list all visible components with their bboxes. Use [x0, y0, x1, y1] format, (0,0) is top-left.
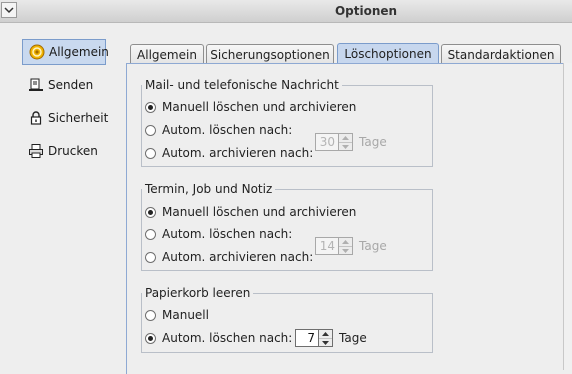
radio-label: Autom. archivieren nach:	[162, 146, 314, 160]
radio-button[interactable]	[145, 251, 156, 263]
radio-label: Autom. löschen nach:	[162, 227, 293, 241]
termin-days-spinner[interactable]: 14 Tage	[315, 237, 387, 255]
mail-days-spinner[interactable]: 30 Tage	[315, 133, 387, 151]
termin-days-unit: Tage	[359, 239, 387, 253]
radio-termin-manual[interactable]: Manuell löschen und archivieren	[145, 204, 356, 220]
spinner-up-button[interactable]	[319, 330, 332, 339]
radio-button[interactable]	[145, 124, 156, 136]
papierkorb-days-spinner[interactable]: 7 Tage	[295, 329, 367, 347]
arrow-up-icon	[342, 240, 349, 244]
radio-label: Autom. löschen nach:	[162, 123, 293, 137]
radio-button[interactable]	[145, 228, 156, 240]
sidebar-item-sicherheit[interactable]: Sicherheit	[22, 105, 109, 131]
radio-label: Autom. archivieren nach:	[162, 250, 314, 264]
mail-days-field[interactable]: 30	[315, 133, 339, 151]
spinner-up-button[interactable]	[339, 238, 352, 247]
radio-mail-auto-archive[interactable]: Autom. archivieren nach:	[145, 145, 313, 161]
radio-papierkorb-auto-delete[interactable]: Autom. löschen nach:	[145, 330, 292, 346]
radio-button[interactable]	[145, 147, 156, 159]
group-termin-title: Termin, Job und Notiz	[142, 182, 276, 196]
sidebar-item-label: Allgemein	[49, 45, 109, 59]
lock-icon	[28, 110, 44, 126]
spinner-down-button[interactable]	[319, 338, 332, 346]
radio-termin-auto-archive[interactable]: Autom. archivieren nach:	[145, 249, 313, 265]
radio-papierkorb-manual[interactable]: Manuell	[145, 307, 209, 323]
tab-allgemein[interactable]: Allgemein	[130, 44, 204, 64]
tab-standardaktionen[interactable]: Standardaktionen	[441, 44, 561, 64]
radio-label: Manuell löschen und archivieren	[162, 205, 357, 219]
papierkorb-days-field[interactable]: 7	[295, 329, 319, 347]
sidebar-item-label: Senden	[48, 78, 94, 92]
window-title-bar: Optionen	[0, 0, 572, 23]
panel-right-edge	[563, 63, 572, 370]
sidebar: Allgemein Senden Sicherheit Drucken	[0, 23, 118, 370]
general-settings-icon	[29, 44, 45, 60]
sidebar-item-senden[interactable]: Senden	[22, 72, 106, 98]
tab-sicherungsoptionen[interactable]: Sicherungsoptionen	[206, 44, 334, 64]
radio-label: Manuell	[162, 308, 209, 322]
spinner-up-button[interactable]	[339, 134, 352, 143]
termin-days-field[interactable]: 14	[315, 237, 339, 255]
arrow-down-icon	[342, 248, 349, 253]
sidebar-item-drucken[interactable]: Drucken	[22, 138, 106, 164]
radio-button[interactable]	[145, 332, 156, 344]
window-title: Optionen	[334, 4, 398, 18]
printer-icon	[28, 143, 44, 159]
tab-loeschoptionen[interactable]: Löschoptionen	[337, 43, 439, 64]
radio-label: Autom. löschen nach:	[162, 331, 293, 345]
sidebar-item-allgemein[interactable]: Allgemein	[22, 39, 109, 65]
radio-label: Manuell löschen und archivieren	[162, 100, 357, 114]
spinner-down-button[interactable]	[339, 246, 352, 254]
radio-mail-manual[interactable]: Manuell löschen und archivieren	[145, 99, 356, 115]
spinner-down-button[interactable]	[339, 142, 352, 150]
sidebar-item-label: Sicherheit	[48, 111, 109, 125]
sidebar-item-label: Drucken	[48, 144, 98, 158]
send-icon	[28, 77, 44, 93]
group-mail-title: Mail- und telefonische Nachricht	[142, 78, 342, 92]
radio-mail-auto-delete[interactable]: Autom. löschen nach:	[145, 122, 292, 138]
radio-button[interactable]	[145, 101, 156, 113]
arrow-down-icon	[322, 340, 329, 345]
group-papierkorb-title: Papierkorb leeren	[142, 286, 254, 300]
mail-days-unit: Tage	[359, 135, 387, 149]
radio-button[interactable]	[145, 309, 156, 321]
papierkorb-days-unit: Tage	[339, 331, 367, 345]
arrow-down-icon	[342, 144, 349, 149]
arrow-up-icon	[342, 136, 349, 140]
radio-button[interactable]	[145, 206, 156, 218]
radio-termin-auto-delete[interactable]: Autom. löschen nach:	[145, 226, 292, 242]
arrow-up-icon	[322, 332, 329, 336]
